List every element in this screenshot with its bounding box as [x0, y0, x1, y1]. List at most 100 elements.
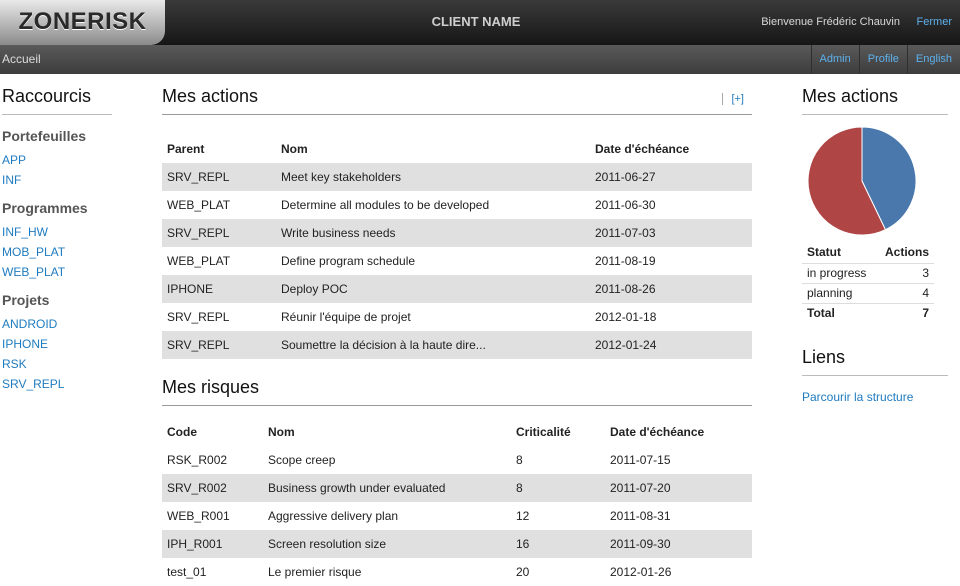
cell-name: Deploy POC	[276, 275, 590, 303]
welcome-text: Bienvenue Frédéric Chauvin	[761, 16, 900, 28]
cell-name: Business growth under evaluated	[263, 474, 511, 502]
cell-due-date: 2011-06-30	[595, 198, 656, 212]
shortcut-group-programs: Programmes INF_HW MOB_PLAT WEB_PLAT	[2, 200, 112, 282]
risks-title: Mes risques	[162, 377, 260, 397]
browse-structure-link[interactable]: Parcourir la structure	[802, 390, 948, 404]
cell-name: Determine all modules to be developed	[281, 198, 490, 212]
total-label: Total	[802, 302, 877, 323]
total-row: Total 7	[802, 302, 934, 323]
cell-parent: SRV_REPL	[162, 331, 276, 359]
cell-criticality: 16	[511, 530, 605, 558]
table-row: in progress 3	[802, 262, 934, 283]
cell-due-date: 2011-08-19	[595, 254, 656, 268]
nav-bar: Accueil Admin Profile English	[0, 45, 960, 74]
cell-criticality: 12	[516, 509, 530, 523]
actions-table: Parent Nom Date d'échéance SRV_REPL Meet…	[162, 115, 752, 359]
risks-section-header: Mes risques	[162, 377, 752, 406]
cell-due-date: 2011-08-31	[610, 509, 671, 523]
nav-admin-link[interactable]: Admin	[810, 45, 859, 74]
nav-profile-link[interactable]: Profile	[858, 45, 907, 74]
table-row[interactable]: SRV_REPL Soumettre la décision à la haut…	[162, 331, 752, 359]
logo-text: ZONERISK	[18, 8, 147, 35]
shortcut-group-title: Projets	[2, 292, 50, 308]
cell-parent: SRV_REPL	[162, 163, 276, 191]
cell-name: Réunir l'équipe de projet	[281, 310, 411, 324]
table-row[interactable]: IPHONE Deploy POC 2011-08-26	[162, 275, 752, 303]
cell-code: IPH_R001	[162, 530, 263, 558]
client-name: CLIENT NAME	[431, 14, 521, 29]
cell-due-date: 2012-01-26	[610, 565, 672, 579]
cell-due-date: 2011-09-30	[605, 530, 752, 558]
column-header-parent[interactable]: Parent	[162, 115, 276, 163]
shortcut-link[interactable]: MOB_PLAT	[2, 242, 112, 262]
table-row[interactable]: WEB_PLAT Determine all modules to be dev…	[162, 191, 752, 219]
table-row[interactable]: RSK_R002 Scope creep 8 2011-07-15	[162, 446, 752, 474]
cell-name: Aggressive delivery plan	[268, 509, 399, 523]
shortcut-group-title: Portefeuilles	[2, 128, 87, 144]
cell-code: SRV_R002	[162, 474, 263, 502]
cell-code: test_01	[167, 565, 207, 579]
add-action-button[interactable]: [+]	[722, 93, 744, 105]
breadcrumb-home[interactable]: Accueil	[2, 45, 41, 74]
column-header-due-date[interactable]: Date d'échéance	[605, 406, 752, 446]
table-row[interactable]: SRV_R002 Business growth under evaluated…	[162, 474, 752, 502]
cell-name: Write business needs	[276, 219, 590, 247]
table-row[interactable]: WEB_PLAT Define program schedule 2011-08…	[162, 247, 752, 275]
summary-title: Mes actions	[802, 86, 948, 115]
column-header-due-date[interactable]: Date d'échéance	[590, 115, 752, 163]
column-header-actions: Actions	[884, 244, 929, 259]
cell-name: Le premier risque	[268, 565, 362, 579]
status-table: Statut Actions in progress 3 planning 4 …	[802, 241, 934, 323]
shortcut-group-title: Programmes	[2, 200, 88, 216]
table-header-row: Parent Nom Date d'échéance	[162, 115, 752, 163]
shortcut-link[interactable]: INF_HW	[2, 222, 112, 242]
cell-name: Meet key stakeholders	[276, 163, 590, 191]
table-row[interactable]: test_01 Le premier risque 20 2012-01-26	[162, 558, 752, 586]
table-row[interactable]: IPH_R001 Screen resolution size 16 2011-…	[162, 530, 752, 558]
main-content: Mes actions [+] Parent Nom Date d'échéan…	[162, 86, 752, 586]
table-row[interactable]: WEB_R001 Aggressive delivery plan 12 201…	[162, 502, 752, 530]
shortcuts-panel: Raccourcis Portefeuilles APP INF Program…	[2, 86, 112, 404]
cell-name: Scope creep	[268, 453, 336, 467]
cell-due-date: 2011-07-15	[610, 453, 671, 467]
shortcut-link[interactable]: ANDROID	[2, 314, 112, 334]
cell-parent: WEB_PLAT	[167, 198, 231, 212]
table-row[interactable]: SRV_REPL Réunir l'équipe de projet 2012-…	[162, 303, 752, 331]
total-value: 7	[876, 302, 934, 323]
cell-name: Define program schedule	[281, 254, 416, 268]
column-header-code[interactable]: Code	[162, 406, 263, 446]
cell-status: in progress	[802, 262, 877, 283]
column-header-name[interactable]: Nom	[263, 406, 511, 446]
table-row[interactable]: SRV_REPL Meet key stakeholders 2011-06-2…	[162, 163, 752, 191]
shortcut-group-portfolios: Portefeuilles APP INF	[2, 128, 112, 190]
shortcut-link[interactable]: INF	[2, 170, 112, 190]
cell-parent: WEB_PLAT	[167, 254, 231, 268]
nav-links: Admin Profile English	[810, 45, 960, 74]
table-row: planning 4	[802, 282, 934, 303]
shortcut-link[interactable]: IPHONE	[2, 334, 112, 354]
cell-criticality: 8	[516, 453, 523, 467]
risks-section: Mes risques Code Nom Criticalité Date d'…	[162, 377, 752, 586]
shortcut-link[interactable]: APP	[2, 150, 112, 170]
cell-parent: IPHONE	[162, 275, 276, 303]
cell-criticality: 8	[511, 474, 605, 502]
cell-status: planning	[802, 282, 877, 303]
shortcut-group-projects: Projets ANDROID IPHONE RSK SRV_REPL	[2, 292, 112, 394]
summary-panel: Mes actions Statut Actions in progress 3…	[802, 86, 948, 404]
shortcut-link[interactable]: SRV_REPL	[2, 374, 112, 394]
shortcut-link[interactable]: WEB_PLAT	[2, 262, 112, 282]
cell-due-date: 2011-08-26	[590, 275, 752, 303]
cell-code: WEB_R001	[167, 509, 230, 523]
cell-parent: SRV_REPL	[162, 219, 276, 247]
cell-parent: SRV_REPL	[167, 310, 230, 324]
cell-code: RSK_R002	[167, 453, 228, 467]
column-header-criticality[interactable]: Criticalité	[511, 406, 605, 446]
cell-count: 3	[876, 262, 934, 283]
table-header-row: Code Nom Criticalité Date d'échéance	[162, 406, 752, 446]
column-header-name[interactable]: Nom	[276, 115, 590, 163]
table-row[interactable]: SRV_REPL Write business needs 2011-07-03	[162, 219, 752, 247]
nav-language-link[interactable]: English	[906, 45, 960, 74]
logo[interactable]: ZONERISK	[0, 0, 165, 45]
logout-link[interactable]: Fermer	[917, 0, 952, 44]
shortcut-link[interactable]: RSK	[2, 354, 112, 374]
